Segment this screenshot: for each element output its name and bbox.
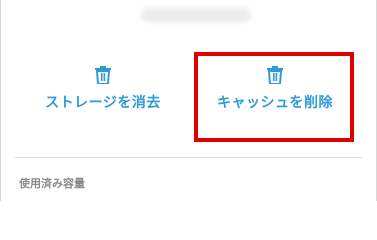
divider: [15, 157, 362, 158]
clear-cache-label: キャッシュを削除: [217, 95, 333, 111]
screen-frame: ストレージを消去 キャッシュを削除 使用済み容量: [0, 0, 377, 201]
blurred-app-info: [141, 8, 251, 22]
trash-icon: [95, 66, 111, 84]
used-space-heading: 使用済み容量: [19, 177, 85, 190]
clear-cache-button[interactable]: キャッシュを削除: [185, 48, 365, 140]
clear-storage-label: ストレージを消去: [45, 95, 161, 111]
storage-actions: ストレージを消去 キャッシュを削除: [1, 48, 377, 140]
trash-icon: [267, 66, 283, 84]
clear-storage-button[interactable]: ストレージを消去: [13, 48, 193, 140]
